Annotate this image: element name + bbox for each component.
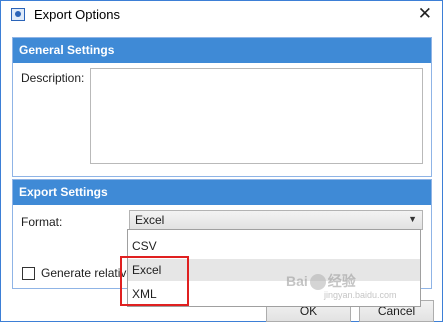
export-settings-header: Export Settings [13,180,431,205]
watermark: Bai 经验 [286,271,356,291]
description-field[interactable] [90,68,423,164]
format-label: Format: [21,215,63,229]
format-select[interactable]: Excel ▼ [129,210,423,230]
export-window-icon [11,8,25,21]
format-option-csv[interactable]: CSV [128,235,420,257]
paw-icon [309,274,326,291]
format-selected-value: Excel [135,213,165,227]
general-settings-group: General Settings Description: [12,37,432,177]
watermark-subtext: jingyan.baidu.com [324,290,397,300]
close-icon[interactable]: ✕ [418,4,432,24]
watermark-text-right: 经验 [327,273,356,289]
title-bar: Export Options ✕ [1,1,442,29]
chevron-down-icon[interactable]: ▼ [408,214,417,224]
watermark-text-left: Bai [286,273,308,289]
general-settings-header: General Settings [13,38,431,63]
generate-relative-checkbox[interactable] [22,267,35,280]
description-label: Description: [21,71,85,85]
window-title: Export Options [34,7,120,22]
highlight-annotation [120,256,189,306]
